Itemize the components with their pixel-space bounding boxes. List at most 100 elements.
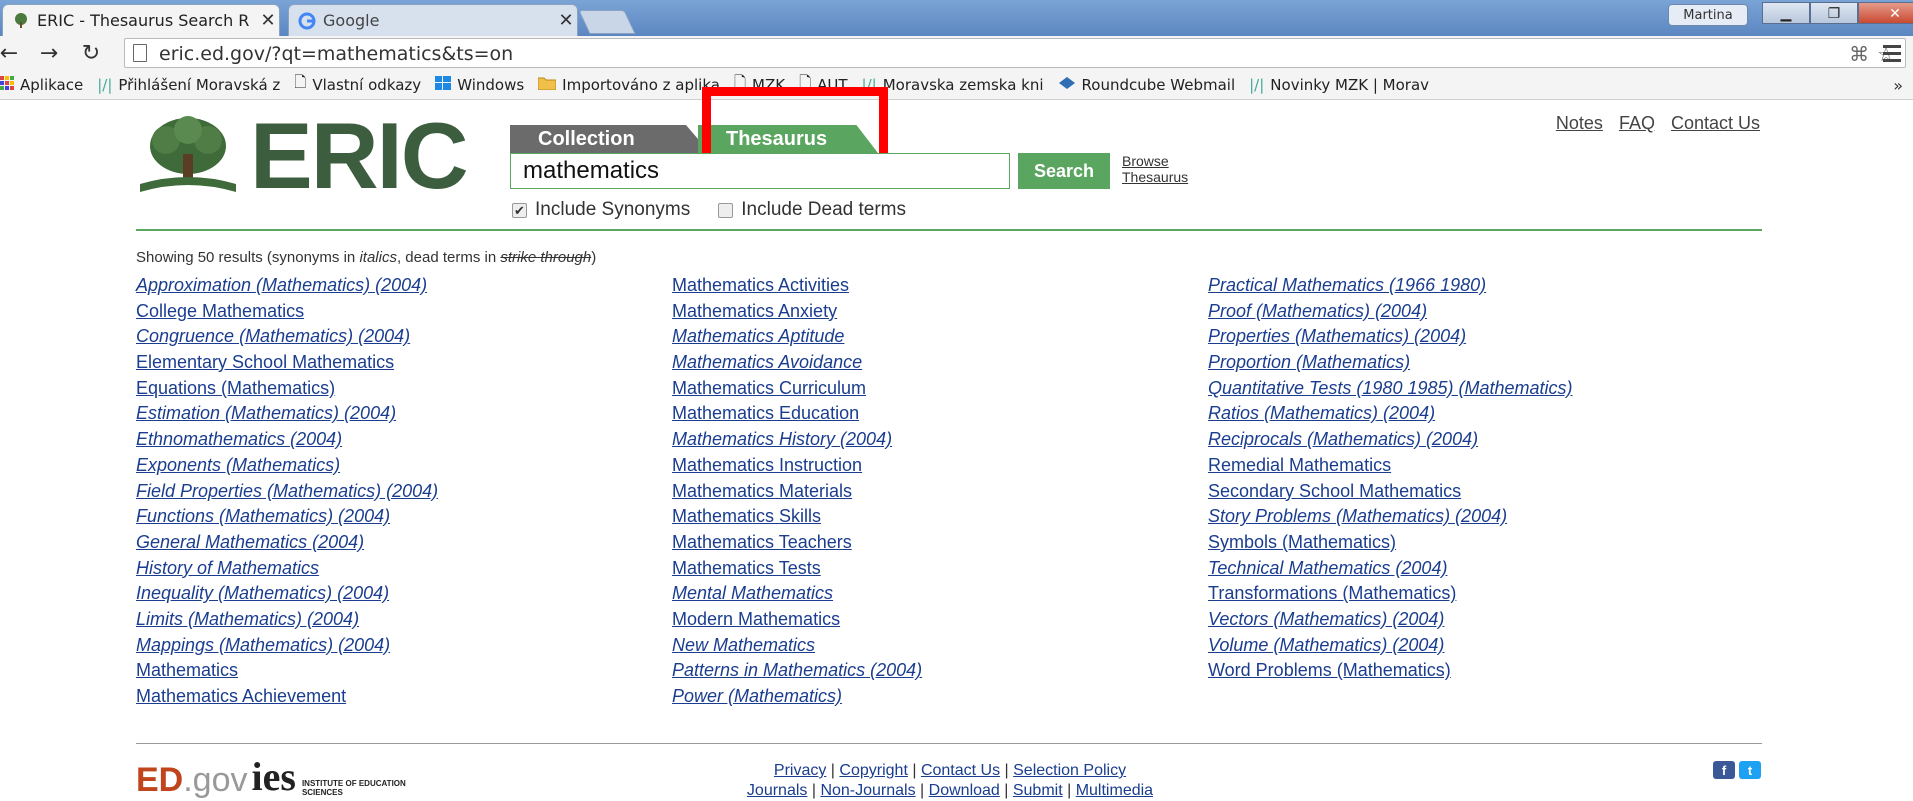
thesaurus-term-link[interactable]: Mathematics Anxiety [672,301,1192,327]
selection-policy-link[interactable]: Selection Policy [1013,762,1126,779]
journals-link[interactable]: Journals [747,782,807,799]
thesaurus-term-link[interactable]: Ethnomathematics (2004) [136,429,656,455]
forward-icon[interactable]: → [34,40,64,66]
bookmark-item[interactable]: Aplikace [0,75,83,94]
search-button[interactable]: Search [1018,153,1110,189]
footer-contact-link[interactable]: Contact Us [921,762,1000,779]
bookmark-item[interactable]: 🗋 Vlastní odkazy [294,72,421,97]
thesaurus-term-link[interactable]: Volume (Mathematics) (2004) [1208,635,1728,661]
apps-icon [0,75,14,94]
restore-icon[interactable]: ❐ [1810,2,1858,24]
thesaurus-term-link[interactable]: Exponents (Mathematics) [136,455,656,481]
bookmark-item[interactable]: Roundcube Webmail [1058,76,1235,94]
checkbox-checked-icon[interactable]: ✔ [512,202,527,218]
thesaurus-term-link[interactable]: Secondary School Mathematics [1208,481,1728,507]
thesaurus-term-link[interactable]: College Mathematics [136,301,656,327]
tab-collection[interactable]: Collection [510,125,710,153]
thesaurus-term-link[interactable]: Mathematics Avoidance [672,352,1192,378]
notes-link[interactable]: Notes [1556,113,1603,134]
copyright-link[interactable]: Copyright [839,762,907,779]
download-link[interactable]: Download [929,782,1000,799]
bookmark-item[interactable]: |/| Novinky MZK | Morav [1249,76,1429,94]
thesaurus-term-link[interactable]: Ratios (Mathematics) (2004) [1208,403,1728,429]
faq-link[interactable]: FAQ [1619,113,1655,134]
thesaurus-term-link[interactable]: Mathematics Aptitude [672,326,1192,352]
thesaurus-term-link[interactable]: Proportion (Mathematics) [1208,352,1728,378]
thesaurus-term-link[interactable]: Mathematics [136,660,656,686]
reload-icon[interactable]: ↻ [76,40,106,66]
thesaurus-term-link[interactable]: Limits (Mathematics) (2004) [136,609,656,635]
thesaurus-term-link[interactable]: Transformations (Mathematics) [1208,583,1728,609]
thesaurus-term-link[interactable]: Mental Mathematics [672,583,1192,609]
browser-tab-google[interactable]: Google ✕ [288,4,578,36]
thesaurus-term-link[interactable]: Mathematics Skills [672,506,1192,532]
checkbox-unchecked-icon[interactable] [718,202,734,218]
thesaurus-term-link[interactable]: Elementary School Mathematics [136,352,656,378]
search-input[interactable] [510,153,1010,189]
thesaurus-term-link[interactable]: Inequality (Mathematics) (2004) [136,583,656,609]
thesaurus-term-link[interactable]: Proof (Mathematics) (2004) [1208,301,1728,327]
include-synonyms-checkbox[interactable]: ✔ Include Synonyms [512,199,690,221]
thesaurus-term-link[interactable]: Mathematics Instruction [672,455,1192,481]
thesaurus-term-link[interactable]: Mappings (Mathematics) (2004) [136,635,656,661]
thesaurus-term-link[interactable]: Quantitative Tests (1980 1985) (Mathemat… [1208,378,1728,404]
close-tab-icon[interactable]: ✕ [257,10,279,31]
thesaurus-term-link[interactable]: Equations (Mathematics) [136,378,656,404]
profile-button[interactable]: Martina [1668,4,1748,26]
back-icon[interactable]: ← [0,40,24,66]
bookmark-item[interactable]: |/| Přihlášení Moravská z [97,76,280,94]
twitter-icon[interactable]: t [1739,761,1761,779]
thesaurus-term-link[interactable]: Properties (Mathematics) (2004) [1208,326,1728,352]
thesaurus-term-link[interactable]: Field Properties (Mathematics) (2004) [136,481,656,507]
thesaurus-term-link[interactable]: Word Problems (Mathematics) [1208,660,1728,686]
thesaurus-term-link[interactable]: Practical Mathematics (1966 1980) [1208,275,1728,301]
multimedia-link[interactable]: Multimedia [1076,782,1153,799]
submit-link[interactable]: Submit [1013,782,1063,799]
close-window-icon[interactable]: ✕ [1858,2,1913,24]
thesaurus-term-link[interactable]: Power (Mathematics) [672,686,1192,712]
thesaurus-term-link[interactable]: Functions (Mathematics) (2004) [136,506,656,532]
chrome-menu-icon[interactable] [1879,40,1905,66]
thesaurus-term-link[interactable]: Mathematics Materials [672,481,1192,507]
thesaurus-term-link[interactable]: Mathematics History (2004) [672,429,1192,455]
bookmarks-overflow-icon[interactable]: » [1893,76,1903,95]
thesaurus-term-link[interactable]: Mathematics Activities [672,275,1192,301]
thesaurus-term-link[interactable]: Story Problems (Mathematics) (2004) [1208,506,1728,532]
thesaurus-term-link[interactable]: Mathematics Education [672,403,1192,429]
thesaurus-term-link[interactable]: Mathematics Tests [672,558,1192,584]
roundcube-icon [1058,76,1076,94]
thesaurus-term-link[interactable]: History of Mathematics [136,558,656,584]
browser-tab-eric[interactable]: ERIC - Thesaurus Search R ✕ [2,4,280,36]
thesaurus-term-link[interactable]: Symbols (Mathematics) [1208,532,1728,558]
thesaurus-term-link[interactable]: Remedial Mathematics [1208,455,1728,481]
new-tab-button[interactable] [578,10,636,34]
close-tab-icon[interactable]: ✕ [555,10,577,31]
facebook-icon[interactable]: f [1713,761,1735,779]
non-journals-link[interactable]: Non-Journals [820,782,915,799]
bookmark-item[interactable]: Windows [435,75,524,94]
eric-logo[interactable]: ERIC [136,109,472,203]
thesaurus-term-link[interactable]: General Mathematics (2004) [136,532,656,558]
thesaurus-term-link[interactable]: Approximation (Mathematics) (2004) [136,275,656,301]
minimize-icon[interactable]: ▁ [1762,2,1810,24]
translate-icon[interactable]: ⌘ [1849,42,1869,67]
thesaurus-term-link[interactable]: Modern Mathematics [672,609,1192,635]
address-bar[interactable]: eric.ed.gov/?qt=mathematics&ts=on ⌘ ☆ [124,38,1906,68]
thesaurus-term-link[interactable]: Estimation (Mathematics) (2004) [136,403,656,429]
thesaurus-term-link[interactable]: Congruence (Mathematics) (2004) [136,326,656,352]
privacy-link[interactable]: Privacy [774,762,826,779]
thesaurus-term-link[interactable]: Technical Mathematics (2004) [1208,558,1728,584]
include-dead-terms-checkbox[interactable]: Include Dead terms [718,199,906,221]
bookmark-item[interactable]: Importováno z aplika [537,76,720,94]
thesaurus-term-link[interactable]: New Mathematics [672,635,1192,661]
thesaurus-term-link[interactable]: Mathematics Teachers [672,532,1192,558]
thesaurus-term-link[interactable]: Patterns in Mathematics (2004) [672,660,1192,686]
thesaurus-term-link[interactable]: Reciprocals (Mathematics) (2004) [1208,429,1728,455]
bookmark-item[interactable]: |/| Moravska zemska kni [862,76,1044,94]
thesaurus-term-link[interactable]: Mathematics Achievement [136,686,656,712]
thesaurus-term-link[interactable]: Mathematics Curriculum [672,378,1192,404]
contact-us-link[interactable]: Contact Us [1671,113,1760,134]
thesaurus-term-link[interactable]: Vectors (Mathematics) (2004) [1208,609,1728,635]
ed-gov-ies-logo[interactable]: ED .gov ies INSTITUTE OF EDUCATION SCIEN… [136,757,422,798]
browse-thesaurus-link[interactable]: Browse Thesaurus [1122,153,1188,185]
